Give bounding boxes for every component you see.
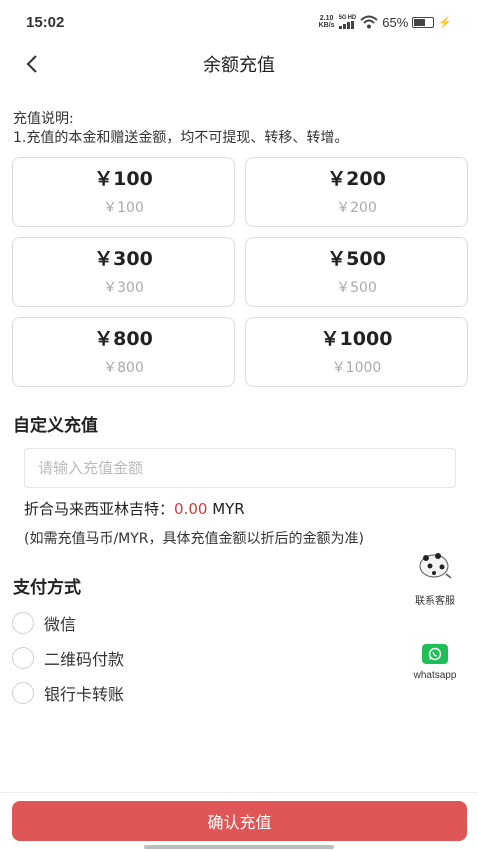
amount-value: ￥1000	[320, 328, 393, 350]
amount-sub-value: ￥200	[336, 200, 377, 216]
payment-option-label: 二维码付款	[44, 649, 125, 669]
charging-icon: ⚡	[438, 16, 452, 29]
custom-recharge-title: 自定义充值	[13, 416, 98, 436]
whatsapp-label: whatsapp	[413, 670, 457, 681]
whatsapp-button[interactable]: whatsapp	[402, 644, 468, 681]
net-speed: 2.10 KB/s	[319, 15, 335, 29]
amount-value: ￥300	[94, 248, 153, 270]
wifi-icon	[360, 15, 378, 29]
whatsapp-icon	[422, 644, 448, 664]
amount-sub-value: ￥100	[103, 200, 144, 216]
conversion-label: 折合马来西亚林吉特：	[24, 500, 175, 518]
payment-option-qrcode[interactable]: 二维码付款	[12, 640, 124, 675]
page-title: 余额充值	[203, 55, 275, 76]
radio-button[interactable]	[12, 681, 34, 704]
customer-service-icon	[419, 553, 452, 579]
battery-level	[414, 18, 426, 26]
signal-icon: 5G HD	[339, 15, 356, 29]
amount-sub-value: ￥500	[336, 280, 377, 296]
nav-bar: 余额充值	[0, 44, 478, 84]
status-time: 15:02	[26, 13, 65, 31]
home-indicator	[144, 845, 334, 849]
amount-option[interactable]: ￥500 ￥500	[245, 237, 468, 307]
amount-sub-value: ￥800	[103, 360, 144, 376]
confirm-recharge-button[interactable]: 确认充值	[12, 801, 467, 841]
amount-options: ￥100 ￥100 ￥200 ￥200 ￥300 ￥300 ￥500 ￥500 …	[12, 157, 468, 387]
conversion-note: (如需充值马币/MYR，具体充值金额以折后的金额为准)	[24, 531, 364, 547]
status-bar: 15:02 2.10 KB/s 5G HD 65% ⚡	[0, 0, 478, 44]
payment-method-title: 支付方式	[13, 578, 81, 598]
contact-service-label: 联系客服	[415, 596, 455, 607]
custom-amount-input[interactable]	[24, 448, 456, 488]
payment-option-bank[interactable]: 银行卡转账	[12, 675, 124, 710]
back-button[interactable]	[18, 50, 46, 78]
amount-option[interactable]: ￥800 ￥800	[12, 317, 235, 387]
amount-value: ￥100	[94, 168, 153, 190]
net-speed-unit: KB/s	[318, 22, 335, 29]
radio-button[interactable]	[12, 646, 34, 669]
amount-option[interactable]: ￥200 ￥200	[245, 157, 468, 227]
amount-sub-value: ￥300	[103, 280, 144, 296]
conversion-value: 0.00	[174, 500, 208, 518]
notice-heading: 充值说明:	[13, 111, 74, 127]
amount-sub-value: ￥1000	[331, 360, 382, 376]
notice-line: 1.充值的本金和赠送金额，均不可提现、转移、转增。	[13, 130, 349, 146]
amount-value: ￥500	[327, 248, 386, 270]
chevron-left-icon	[26, 55, 37, 73]
battery-percent: 65%	[382, 14, 409, 30]
contact-service-button[interactable]: 联系客服	[406, 548, 464, 607]
status-indicators: 2.10 KB/s 5G HD 65% ⚡	[319, 15, 452, 30]
amount-value: ￥200	[327, 168, 386, 190]
conversion-unit: MYR	[212, 500, 245, 518]
payment-option-label: 微信	[44, 614, 77, 634]
net-speed-value: 2.10	[319, 15, 334, 22]
amount-option[interactable]: ￥100 ￥100	[12, 157, 235, 227]
amount-option[interactable]: ￥300 ￥300	[12, 237, 235, 307]
payment-options: 微信 二维码付款 银行卡转账	[12, 605, 124, 710]
amount-value: ￥800	[94, 328, 153, 350]
recharge-notice: 充值说明: 1.充值的本金和赠送金额，均不可提现、转移、转增。	[13, 110, 348, 148]
battery-icon	[412, 16, 435, 28]
conversion-line: 折合马来西亚林吉特：0.00 MYR	[24, 498, 245, 519]
radio-button[interactable]	[12, 611, 34, 634]
payment-option-wechat[interactable]: 微信	[12, 605, 124, 640]
payment-option-label: 银行卡转账	[44, 684, 125, 704]
amount-option[interactable]: ￥1000 ￥1000	[245, 317, 468, 387]
